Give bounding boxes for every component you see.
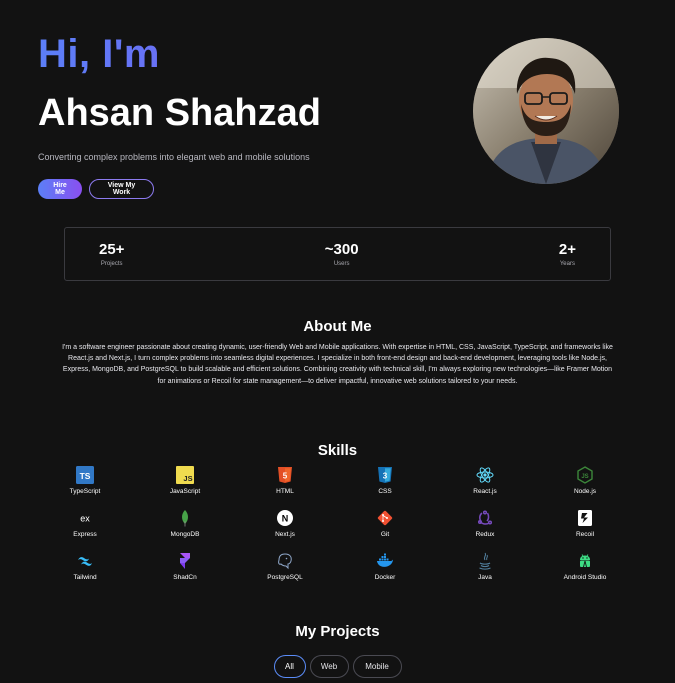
tailwind-icon (76, 552, 94, 570)
about-text: I'm a software engineer passionate about… (62, 344, 613, 385)
nextjs-icon: N (276, 509, 294, 527)
skill-label: React.js (473, 488, 497, 495)
stat-value: 2+ (558, 241, 576, 258)
skill-postgresql: PostgreSQL (235, 552, 335, 585)
html-icon: 5 (276, 466, 294, 484)
recoil-icon (576, 509, 594, 527)
skills-title: Skills (317, 442, 358, 459)
skill-label: Recoil (575, 531, 595, 538)
android-studio-icon (576, 552, 594, 570)
stat-value: ~300 (324, 241, 359, 258)
stat-value: 25+ (99, 241, 125, 258)
hero-cta-row: Hire Me View My Work (38, 179, 458, 199)
skill-react: React.js (435, 466, 535, 499)
skill-html: 5 HTML (235, 466, 335, 499)
java-icon (476, 552, 494, 570)
stat-label: Projects (100, 261, 123, 267)
skill-label: PostgreSQL (267, 574, 303, 581)
css-icon: 3 (376, 466, 394, 484)
skill-java: Java (435, 552, 535, 585)
skill-git: Git (335, 509, 435, 542)
postgresql-icon (276, 552, 294, 570)
nodejs-icon: JS (576, 466, 594, 484)
skill-label: JavaScript (169, 488, 201, 495)
stat-users: ~300 Users (325, 241, 359, 267)
skill-css: 3 CSS (335, 466, 435, 499)
about-title: About Me (303, 318, 372, 335)
svg-text:JS: JS (581, 474, 588, 480)
react-icon (476, 466, 494, 484)
skill-label: Java (478, 574, 492, 581)
profile-photo-illustration (473, 38, 619, 184)
skill-mongodb: MongoDB (135, 509, 235, 542)
filter-all-button[interactable]: All (273, 655, 306, 678)
skill-label: Redux (475, 531, 495, 538)
shadcn-icon (176, 552, 194, 570)
skill-express: ex Express (35, 509, 135, 542)
svg-text:JS: JS (183, 474, 192, 483)
hero-name: Ahsan Shahzad (38, 92, 321, 134)
docker-icon (376, 552, 394, 570)
skill-label: Docker (374, 574, 396, 581)
skill-javascript: JS JavaScript (135, 466, 235, 499)
skill-label: HTML (276, 488, 294, 495)
skill-label: CSS (378, 488, 392, 495)
projects-title: My Projects (295, 623, 380, 640)
git-icon (376, 509, 394, 527)
filter-web-button[interactable]: Web (309, 655, 349, 678)
svg-text:N: N (282, 513, 289, 523)
svg-text:3: 3 (383, 472, 388, 481)
typescript-icon: TS (76, 466, 94, 484)
stat-years: 2+ Years (559, 241, 576, 267)
hero-section: Hi, I'm Ahsan Shahzad Converting complex… (38, 32, 458, 199)
stat-label: Users (333, 261, 350, 267)
hero-tagline: Converting complex problems into elegant… (38, 152, 310, 162)
skill-label: Node.js (573, 488, 597, 495)
express-icon: ex (76, 509, 94, 527)
stat-label: Years (559, 261, 575, 267)
stats-bar: 25+ Projects ~300 Users 2+ Years (64, 227, 611, 281)
svg-text:TS: TS (80, 471, 91, 481)
skill-label: Next.js (275, 531, 295, 538)
svg-text:5: 5 (283, 472, 288, 481)
hire-me-button[interactable]: Hire Me (38, 179, 82, 199)
skill-label: ShadCn (173, 574, 197, 581)
skill-recoil: Recoil (535, 509, 635, 542)
skill-label: Git (380, 531, 390, 538)
mongodb-icon (176, 509, 194, 527)
javascript-icon: JS (176, 466, 194, 484)
view-my-work-button[interactable]: View My Work (89, 179, 154, 199)
skill-nodejs: JS Node.js (535, 466, 635, 499)
skill-redux: Redux (435, 509, 535, 542)
skill-android-studio: Android Studio (535, 552, 635, 585)
skill-shadcn: ShadCn (135, 552, 235, 585)
stat-projects: 25+ Projects (99, 241, 124, 267)
skill-label: Tailwind (73, 574, 97, 581)
redux-icon (476, 509, 494, 527)
svg-text:ex: ex (80, 514, 90, 524)
skill-docker: Docker (335, 552, 435, 585)
filter-mobile-button[interactable]: Mobile (352, 655, 402, 678)
skill-tailwind: Tailwind (35, 552, 135, 585)
skill-label: Express (73, 531, 97, 538)
skill-label: TypeScript (69, 488, 101, 495)
skills-grid: TS TypeScript JS JavaScript 5 HTML 3 CSS… (35, 466, 635, 585)
about-section: About Me I'm a software engineer passion… (60, 318, 615, 387)
skill-label: Android Studio (563, 574, 607, 581)
skill-nextjs: N Next.js (235, 509, 335, 542)
profile-photo (473, 38, 619, 184)
hero-greeting: Hi, I'm (38, 32, 458, 76)
skill-label: MongoDB (170, 531, 200, 538)
skill-typescript: TS TypeScript (35, 466, 135, 499)
project-filter-tabs: All Web Mobile (0, 655, 675, 678)
